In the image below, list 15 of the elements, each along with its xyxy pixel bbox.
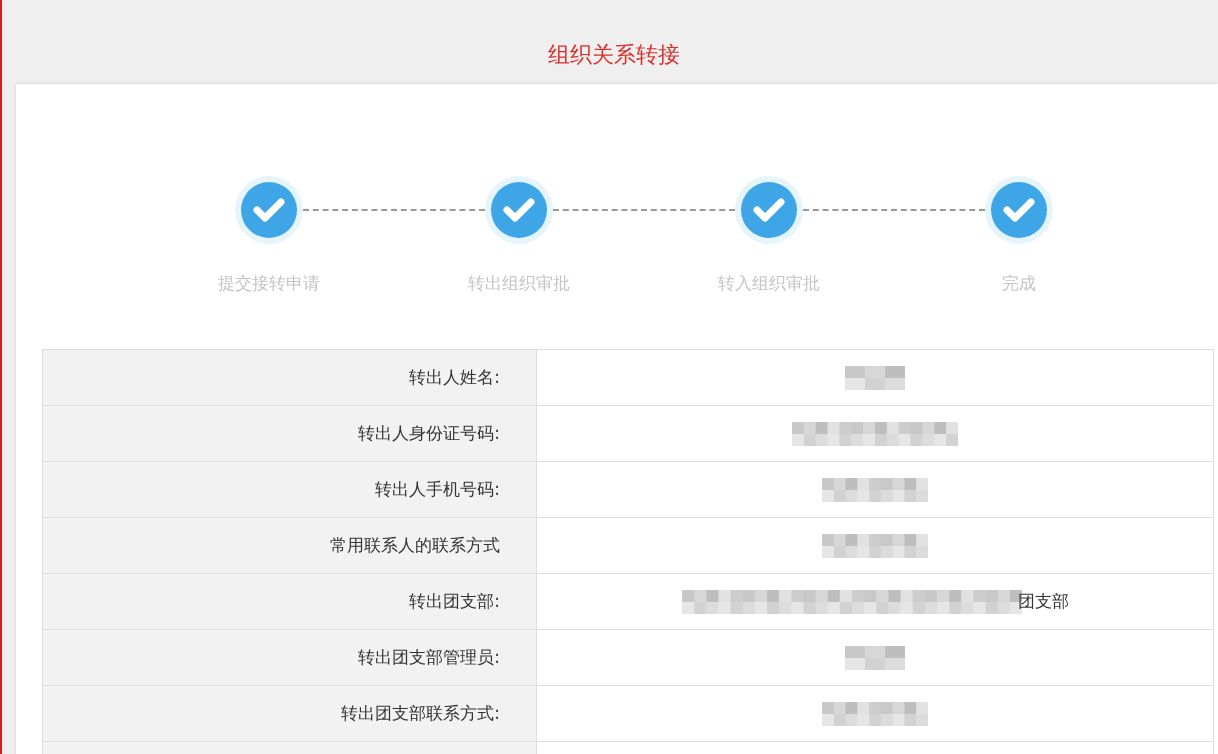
field-label: 转出人手机号码: xyxy=(43,462,537,517)
page-title: 组织关系转接 xyxy=(548,41,680,69)
step-label: 完成 xyxy=(1002,272,1036,295)
field-label: 转出人身份证号码: xyxy=(43,406,537,461)
field-label: 转出人姓名: xyxy=(43,350,537,405)
field-label: 转出团支部: xyxy=(43,574,537,629)
step-label: 提交接转申请 xyxy=(218,272,320,295)
blurred-value xyxy=(845,645,905,670)
field-value: 团支部 xyxy=(1017,590,1069,613)
blurred-value xyxy=(845,365,905,390)
field-label: 转出团支部联系方式: xyxy=(43,686,537,741)
step-label: 转入组织审批 xyxy=(718,272,820,295)
step-label: 转出组织审批 xyxy=(468,272,570,295)
field-label: 转出团支部管理员: xyxy=(43,630,537,685)
field-label: 常用联系人的联系方式 xyxy=(43,518,537,573)
